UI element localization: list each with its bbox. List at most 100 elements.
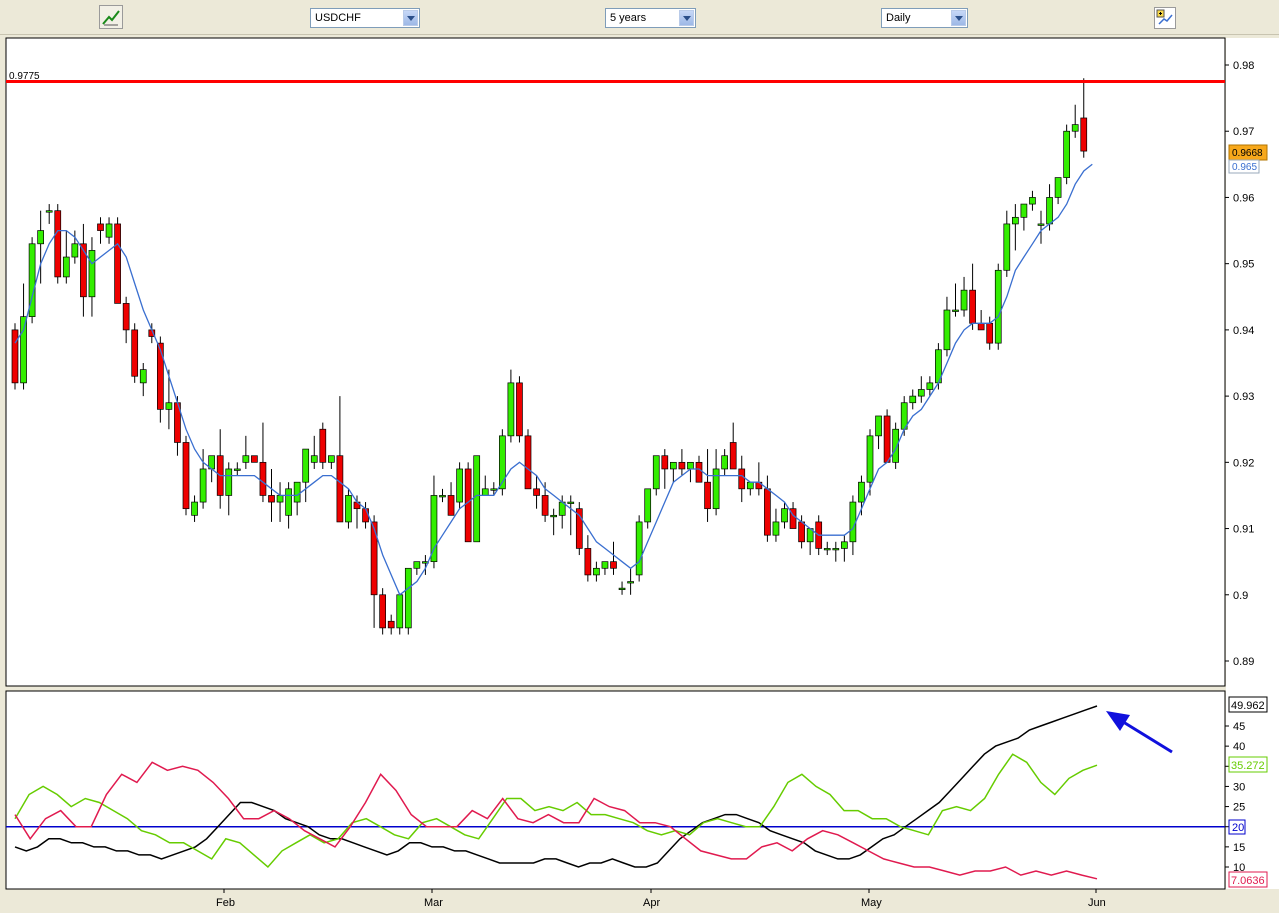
price-tick-label: 0.94 (1233, 325, 1254, 337)
candle-up (849, 501, 857, 543)
x-tick-label: Jun (1088, 897, 1106, 909)
candlestick (635, 515, 643, 582)
candlestick (114, 217, 121, 304)
candle-up (832, 548, 840, 551)
x-tick-label: Mar (424, 897, 443, 909)
candle-down (678, 461, 686, 470)
price-tick-label: 0.91 (1233, 524, 1254, 536)
candle-up (712, 468, 720, 510)
candle-down (661, 455, 669, 470)
candle-down (182, 442, 190, 510)
candle-up (926, 382, 934, 390)
candle-up (345, 495, 352, 523)
candle-down (370, 521, 378, 596)
candle-down (157, 342, 164, 410)
candle-down (986, 322, 994, 344)
candle-up (490, 488, 498, 491)
candle-down (977, 322, 985, 331)
candle-down (259, 461, 267, 496)
candle-down (251, 455, 258, 463)
candle-up (507, 382, 515, 437)
candle-up (88, 250, 96, 298)
candlestick (131, 323, 139, 383)
candle-up (293, 481, 301, 503)
candle-up (858, 481, 865, 503)
candle-up (960, 289, 968, 311)
candle-up (1029, 197, 1036, 205)
candle-down (387, 620, 395, 629)
candlestick (28, 237, 36, 324)
candle-up (1003, 223, 1011, 271)
indicator-tick-label: 40 (1233, 741, 1245, 753)
candle-up (866, 435, 874, 483)
candle-up (242, 455, 250, 463)
x-tick-label: May (861, 897, 882, 909)
candle-down (447, 495, 455, 516)
candle-up (1020, 203, 1028, 218)
candlestick (575, 502, 583, 556)
candle-up (45, 210, 53, 213)
resistance-label: 0.9775 (9, 71, 40, 82)
candlestick (379, 588, 386, 635)
price-tick-label: 0.98 (1233, 60, 1254, 72)
candle-down (798, 521, 805, 543)
candle-up (652, 455, 660, 490)
candle-up (994, 269, 1002, 344)
last-price-label: 0.9668 (1232, 148, 1263, 159)
chart-canvas: 0.980.970.960.950.940.930.920.910.90.89 … (5, 37, 1279, 909)
candle-up (772, 521, 780, 536)
candlestick (251, 455, 258, 463)
candle-down (336, 455, 344, 523)
ma-value-label: 0.965 (1232, 162, 1257, 173)
candle-up (1054, 177, 1062, 198)
candle-up (105, 223, 113, 238)
candle-up (1046, 197, 1053, 225)
candle-up (165, 402, 173, 410)
indicator-tick-label: 45 (1233, 721, 1245, 733)
candle-up (909, 395, 917, 404)
candle-down (729, 442, 737, 470)
candle-up (943, 309, 951, 351)
candlestick (404, 567, 412, 635)
candle-up (1011, 216, 1019, 225)
indicator-tick-label: 25 (1233, 802, 1245, 814)
candle-up (481, 488, 489, 496)
candle-up (840, 541, 848, 549)
adx-value-tag: 49.962 (1228, 696, 1268, 713)
candle-up (37, 230, 45, 245)
indicator-tick-label: 15 (1233, 842, 1245, 854)
candle-up (276, 495, 284, 503)
candle-up (413, 561, 421, 569)
candle-up (396, 594, 404, 629)
candle-down (1080, 117, 1088, 152)
candle-down (704, 481, 711, 510)
candle-up (1063, 130, 1071, 178)
price-tick-label: 0.89 (1233, 656, 1254, 668)
price-tick-label: 0.93 (1233, 391, 1254, 403)
candle-up (550, 514, 558, 518)
indicator-tick-label: 30 (1233, 781, 1245, 793)
x-tick-label: Apr (643, 897, 660, 909)
candle-up (823, 548, 831, 551)
candlestick (54, 204, 62, 284)
candle-up (917, 389, 925, 397)
candle-up (952, 309, 959, 312)
candle-up (404, 567, 412, 629)
candle-up (191, 501, 198, 516)
candle-down (524, 435, 532, 490)
candle-down (516, 382, 523, 437)
candle-up (233, 468, 241, 471)
candle-down (584, 548, 592, 576)
candle-up (139, 369, 147, 384)
price-panel (5, 37, 1226, 687)
candlestick (883, 409, 891, 463)
candle-up (567, 501, 575, 504)
candlestick (524, 429, 532, 490)
candle-down (80, 243, 87, 298)
candlestick (473, 455, 481, 543)
candle-up (302, 448, 310, 483)
candle-up (618, 587, 626, 591)
candle-up (430, 495, 438, 563)
price-tick-label: 0.96 (1233, 192, 1254, 204)
candle-down (883, 415, 891, 463)
